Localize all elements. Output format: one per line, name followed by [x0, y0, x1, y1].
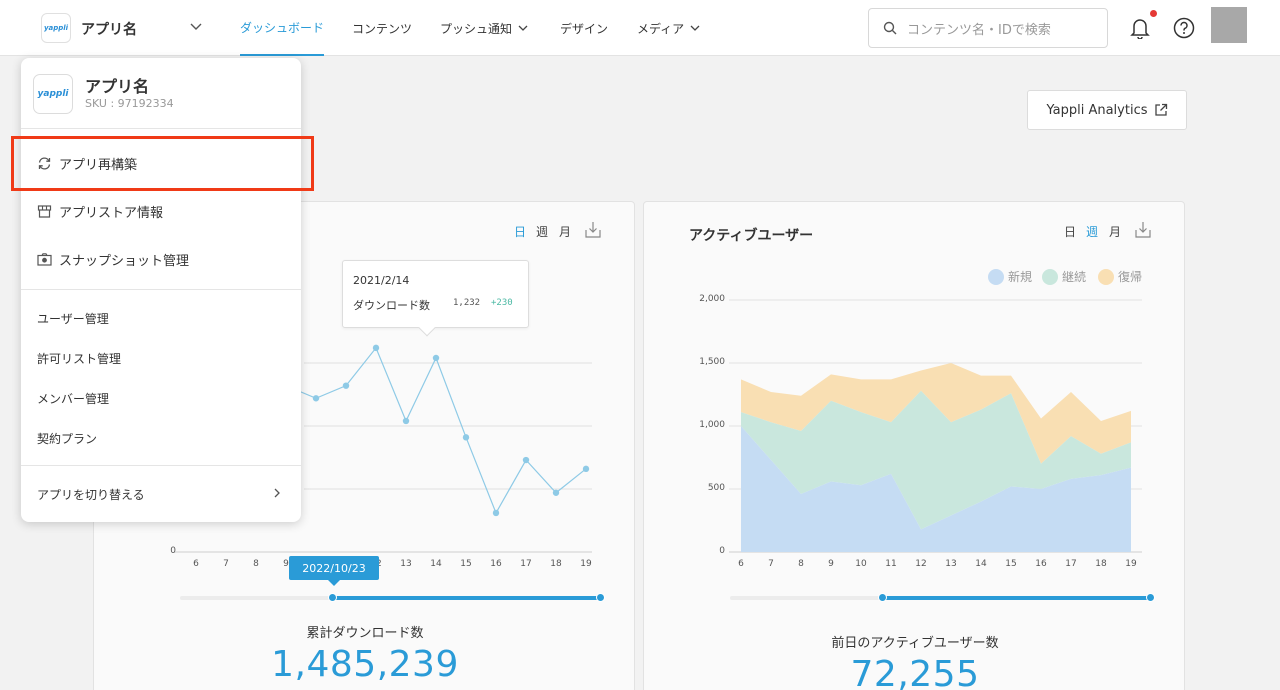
data-point — [462, 434, 470, 441]
active-users-chart — [729, 299, 1142, 553]
top-header: yappli アプリ名 ダッシュボード コンテンツ プッシュ通知 デザイン メデ… — [0, 0, 1280, 56]
x-tick-label: 14 — [975, 559, 987, 569]
menu-item-switch-app[interactable]: アプリを切り替える — [37, 486, 145, 503]
x-tick-label: 9 — [828, 559, 834, 569]
data-point — [582, 465, 590, 473]
menu-app-name: アプリ名 — [85, 77, 150, 96]
menu-app-logo: yappli — [33, 74, 73, 114]
app-logo[interactable]: yappli — [41, 13, 71, 43]
y-tick-label: 1,000 — [699, 420, 725, 430]
tooltip-value: 1,232 — [453, 298, 481, 308]
range-slider-start-handle[interactable] — [328, 593, 337, 602]
x-tick-label: 15 — [1005, 559, 1017, 569]
notification-dot — [1150, 10, 1157, 17]
x-tick-label: 13 — [400, 559, 412, 569]
x-tick-label: 7 — [768, 559, 774, 569]
x-tick-label: 16 — [490, 559, 502, 569]
x-tick-label: 6 — [738, 559, 744, 569]
x-tick-label: 19 — [580, 559, 592, 569]
data-point — [342, 382, 350, 389]
tooltip-label: ダウンロード数 — [353, 299, 430, 312]
x-tick-label: 18 — [1095, 559, 1107, 569]
tooltip-date: 2021/2/14 — [353, 274, 410, 287]
bell-icon[interactable] — [1130, 17, 1150, 39]
y-tick-label: 500 — [707, 483, 725, 493]
x-tick-label: 14 — [430, 559, 442, 569]
x-tick-label: 6 — [193, 559, 199, 569]
x-tick-label: 16 — [1035, 559, 1047, 569]
app-name[interactable]: アプリ名 — [81, 19, 137, 39]
highlight-box — [11, 136, 314, 191]
range-slider-fill — [332, 596, 600, 600]
menu-item-snapshot[interactable]: スナップショット管理 — [37, 250, 189, 269]
data-point — [372, 344, 380, 352]
x-tick-label: 12 — [915, 559, 927, 569]
chevron-right-icon[interactable] — [271, 487, 283, 499]
x-tick-label: 15 — [460, 559, 472, 569]
range-date-badge: 2022/10/23 — [289, 556, 379, 586]
y-tick-label: 1,500 — [699, 357, 725, 367]
avatar[interactable] — [1211, 7, 1247, 43]
nav-push[interactable]: プッシュ通知 — [440, 0, 529, 56]
search-input[interactable]: コンテンツ名・IDで検索 — [868, 8, 1108, 48]
cumulative-downloads-label: 累計ダウンロード数 — [306, 626, 424, 641]
divider — [21, 465, 301, 466]
search-placeholder: コンテンツ名・IDで検索 — [907, 22, 1051, 38]
data-point — [492, 509, 500, 517]
range-slider-start-handle[interactable] — [878, 593, 887, 602]
menu-item-store-info[interactable]: アプリストア情報 — [37, 202, 163, 221]
nav-contents[interactable]: コンテンツ — [352, 0, 412, 56]
range-slider-fill — [882, 596, 1150, 600]
menu-sku: SKU : 97192334 — [85, 97, 174, 110]
app-menu-dropdown: yappli アプリ名 SKU : 97192334 アプリ再構築 アプリストア… — [21, 58, 301, 522]
menu-item-contract-plan[interactable]: 契約プラン — [37, 430, 97, 447]
tooltip-diff: +230 — [491, 298, 513, 308]
menu-item-allowlist[interactable]: 許可リスト管理 — [37, 350, 121, 367]
data-point — [432, 354, 440, 362]
help-icon[interactable] — [1173, 17, 1195, 39]
cumulative-downloads-value: 1,485,239 — [271, 644, 459, 685]
data-point — [402, 417, 410, 425]
data-point — [552, 489, 560, 496]
search-icon — [883, 21, 897, 35]
app-switch-chevron-icon[interactable] — [189, 20, 203, 34]
divider — [21, 289, 301, 290]
x-tick-label: 11 — [885, 559, 897, 569]
x-tick-label: 18 — [550, 559, 562, 569]
data-point — [522, 456, 530, 464]
external-link-icon — [1154, 103, 1167, 116]
active-users-value: 72,255 — [850, 654, 980, 690]
x-tick-label: 8 — [253, 559, 259, 569]
y-tick-label: 2,000 — [699, 294, 725, 304]
active-users-label: 前日のアクティブユーザー数 — [831, 636, 999, 651]
data-point — [312, 395, 320, 402]
menu-item-user-management[interactable]: ユーザー管理 — [37, 310, 109, 327]
x-tick-label: 17 — [520, 559, 532, 569]
menu-item-members[interactable]: メンバー管理 — [37, 390, 109, 407]
chart-tooltip: 2021/2/14 ダウンロード数 1,232 +230 — [342, 260, 529, 328]
range-slider-end-handle[interactable] — [596, 593, 605, 602]
active-users-card: アクティブユーザー 日 週 月 新規 継続 復帰 0 500 1,000 1,500 2… — [643, 201, 1185, 690]
yappli-analytics-button[interactable]: Yappli Analytics — [1027, 90, 1187, 130]
nav-media[interactable]: メディア — [637, 0, 701, 56]
nav-dashboard[interactable]: ダッシュボード — [240, 0, 325, 56]
series-line — [285, 346, 587, 515]
chevron-down-icon — [518, 25, 528, 31]
x-tick-label: 17 — [1065, 559, 1077, 569]
x-tick-label: 8 — [798, 559, 804, 569]
store-icon — [37, 205, 52, 218]
x-tick-label: 19 — [1125, 559, 1137, 569]
range-slider-end-handle[interactable] — [1146, 593, 1155, 602]
x-tick-label: 10 — [855, 559, 867, 569]
nav-design[interactable]: デザイン — [560, 0, 608, 56]
x-tick-label: 7 — [223, 559, 229, 569]
camera-icon — [37, 253, 52, 266]
y-tick-0: 0 — [170, 546, 176, 556]
y-tick-label: 0 — [719, 546, 725, 556]
chevron-down-icon — [690, 25, 700, 31]
divider — [21, 128, 301, 129]
x-tick-label: 13 — [945, 559, 957, 569]
